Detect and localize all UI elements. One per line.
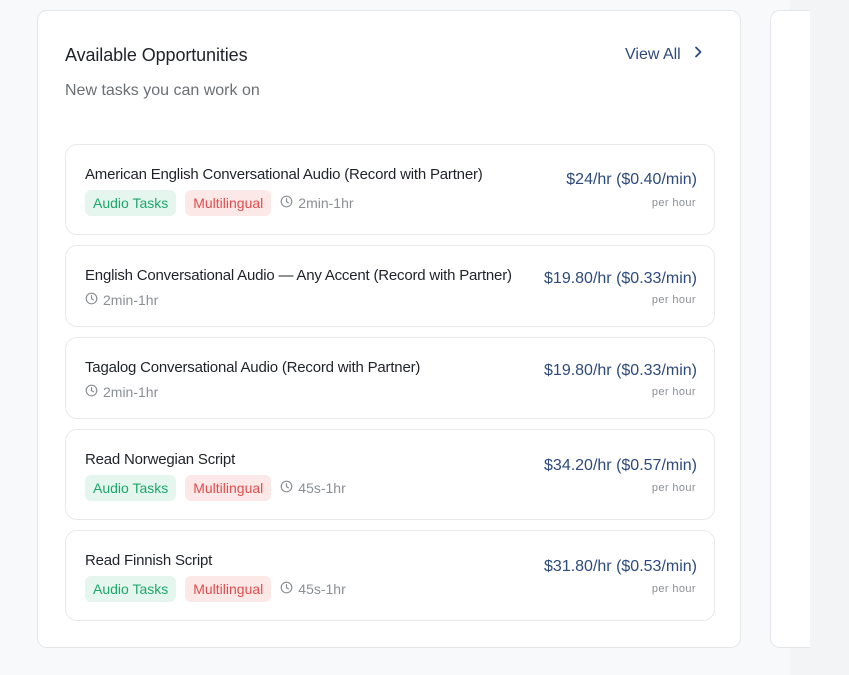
clock-icon bbox=[85, 292, 98, 308]
task-meta: 2min-1hr bbox=[85, 292, 158, 308]
audio-tasks-tag: Audio Tasks bbox=[85, 475, 177, 501]
duration-label: 45s-1hr bbox=[298, 581, 346, 597]
task-card[interactable]: American English Conversational Audio (R… bbox=[65, 144, 715, 235]
duration-label: 2min-1hr bbox=[103, 384, 159, 400]
task-meta: Audio Tasks Multilingual 2min-1hr bbox=[85, 190, 354, 216]
clock-icon bbox=[85, 384, 98, 400]
duration: 2min-1hr bbox=[85, 292, 158, 308]
multilingual-tag: Multilingual bbox=[185, 475, 272, 501]
duration: 2min-1hr bbox=[280, 195, 354, 211]
duration-label: 45s-1hr bbox=[298, 480, 346, 496]
duration: 2min-1hr bbox=[85, 384, 158, 400]
duration-label: 2min-1hr bbox=[298, 195, 354, 211]
duration: 45s-1hr bbox=[280, 581, 346, 597]
task-rate: $31.80/hr ($0.53/min) bbox=[544, 558, 697, 575]
view-all-label: View All bbox=[625, 45, 681, 63]
adjacent-panel bbox=[770, 10, 810, 648]
opportunities-panel: Available Opportunities New tasks you ca… bbox=[37, 10, 741, 648]
rate-unit: per hour bbox=[651, 583, 696, 595]
clock-icon bbox=[280, 195, 293, 211]
task-card[interactable]: Tagalog Conversational Audio (Record wit… bbox=[65, 337, 715, 419]
task-title: Tagalog Conversational Audio (Record wit… bbox=[85, 359, 421, 376]
task-title: American English Conversational Audio (R… bbox=[85, 166, 483, 183]
task-card[interactable]: English Conversational Audio — Any Accen… bbox=[65, 245, 715, 327]
task-rate: $19.80/hr ($0.33/min) bbox=[544, 362, 697, 379]
panel-subtitle: New tasks you can work on bbox=[65, 82, 260, 99]
audio-tasks-tag: Audio Tasks bbox=[85, 190, 177, 216]
task-meta: Audio Tasks Multilingual 45s-1hr bbox=[85, 576, 346, 602]
task-rate: $34.20/hr ($0.57/min) bbox=[544, 457, 697, 474]
multilingual-tag: Multilingual bbox=[185, 190, 272, 216]
rate-unit: per hour bbox=[651, 294, 696, 306]
task-card[interactable]: Read Finnish Script Audio Tasks Multilin… bbox=[65, 530, 715, 621]
rate-unit: per hour bbox=[651, 197, 696, 209]
duration-label: 2min-1hr bbox=[103, 292, 159, 308]
audio-tasks-tag: Audio Tasks bbox=[85, 576, 177, 602]
clock-icon bbox=[280, 581, 293, 597]
rate-unit: per hour bbox=[651, 386, 696, 398]
task-title: English Conversational Audio — Any Accen… bbox=[85, 267, 512, 284]
view-all-link[interactable]: View All bbox=[625, 45, 705, 64]
task-rate: $24/hr ($0.40/min) bbox=[566, 171, 697, 188]
panel-title: Available Opportunities bbox=[65, 45, 248, 65]
multilingual-tag: Multilingual bbox=[185, 576, 272, 602]
task-title: Read Finnish Script bbox=[85, 552, 213, 569]
task-title: Read Norwegian Script bbox=[85, 451, 236, 468]
chevron-right-icon bbox=[691, 45, 705, 64]
task-card[interactable]: Read Norwegian Script Audio Tasks Multil… bbox=[65, 429, 715, 520]
task-rate: $19.80/hr ($0.33/min) bbox=[544, 270, 697, 287]
task-meta: 2min-1hr bbox=[85, 384, 158, 400]
duration: 45s-1hr bbox=[280, 480, 346, 496]
rate-unit: per hour bbox=[651, 482, 696, 494]
clock-icon bbox=[280, 480, 293, 496]
task-meta: Audio Tasks Multilingual 45s-1hr bbox=[85, 475, 346, 501]
